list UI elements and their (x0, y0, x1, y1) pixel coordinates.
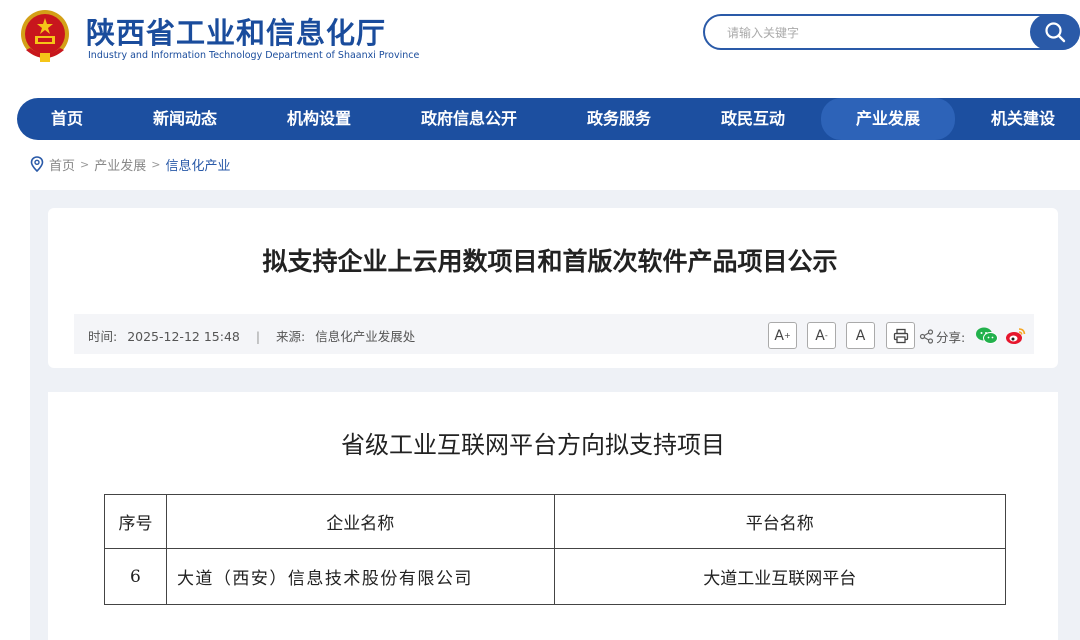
article-title: 拟支持企业上云用数项目和首版次软件产品项目公示 (262, 247, 838, 276)
site-title[interactable]: 陕西省工业和信息化厅 (86, 10, 386, 52)
article-meta: 时间: 2025-12-12 15:48 | 来源: 信息化产业发展处 (88, 326, 415, 345)
national-emblem-icon[interactable] (18, 8, 72, 64)
nav-item-interaction[interactable]: 政民互动 (703, 98, 803, 140)
site-header: 陕西省工业和信息化厅 Industry and Information Tech… (0, 0, 1080, 95)
main-nav: 首页 新闻动态 机构设置 政府信息公开 政务服务 政民互动 产业发展 机关建设 (17, 98, 1080, 140)
share-area: 分享: (919, 326, 1027, 346)
nav-item-industry[interactable]: 产业发展 (821, 98, 955, 140)
nav-item-organization[interactable]: 机构设置 (269, 98, 369, 140)
cell-no: 6 (104, 548, 167, 605)
time-value: 2025-12-12 15:48 (127, 329, 240, 344)
source-value: 信息化产业发展处 (315, 329, 416, 344)
search-icon (1045, 22, 1066, 43)
font-larger-button[interactable]: A + (768, 322, 797, 349)
cell-platform: 大道工业互联网平台 (553, 548, 1007, 605)
breadcrumb: 首页 > 产业发展 > 信息化产业 (30, 154, 230, 174)
nav-item-gov-info[interactable]: 政府信息公开 (409, 98, 529, 140)
breadcrumb-industry[interactable]: 产业发展 (94, 155, 146, 174)
time-label: 时间: (88, 329, 118, 344)
nav-item-party-building[interactable]: 机关建设 (973, 98, 1073, 140)
search-input[interactable] (727, 23, 1017, 43)
search-box (703, 14, 1080, 50)
source-label: 来源: (276, 329, 306, 344)
share-label: 分享: (936, 329, 966, 345)
location-pin-icon (30, 156, 44, 172)
print-icon (893, 328, 908, 343)
breadcrumb-separator: > (80, 157, 90, 171)
nav-item-services[interactable]: 政务服务 (569, 98, 669, 140)
breadcrumb-separator: > (151, 157, 161, 171)
table-row: 6 大道（西安）信息技术股份有限公司 大道工业互联网平台 (104, 548, 1007, 605)
table-header-row: 序号 企业名称 平台名称 (104, 494, 1007, 549)
wechat-icon[interactable] (975, 326, 999, 346)
header-no: 序号 (104, 494, 167, 549)
article-meta-bar: 时间: 2025-12-12 15:48 | 来源: 信息化产业发展处 A + A… (74, 314, 1034, 354)
share-icon (919, 328, 934, 344)
breadcrumb-home[interactable]: 首页 (49, 155, 75, 174)
print-button[interactable] (886, 322, 915, 349)
section-title: 省级工业互联网平台方向拟支持项目 (341, 431, 725, 459)
font-smaller-button[interactable]: A- (807, 322, 836, 349)
meta-divider: | (255, 329, 261, 344)
font-normal-button[interactable]: A (846, 322, 875, 349)
weibo-icon[interactable] (1005, 326, 1027, 346)
site-subtitle: Industry and Information Technology Depa… (88, 50, 420, 61)
cell-company: 大道（西安）信息技术股份有限公司 (165, 548, 555, 605)
search-button[interactable] (1030, 14, 1080, 50)
projects-table: 序号 企业名称 平台名称 6 大道（西安）信息技术股份有限公司 大道工业互联网平… (104, 494, 1007, 605)
header-company: 企业名称 (165, 494, 555, 549)
header-platform: 平台名称 (553, 494, 1007, 549)
nav-item-news[interactable]: 新闻动态 (135, 98, 235, 140)
breadcrumb-current[interactable]: 信息化产业 (165, 155, 230, 174)
nav-item-home[interactable]: 首页 (27, 98, 107, 140)
